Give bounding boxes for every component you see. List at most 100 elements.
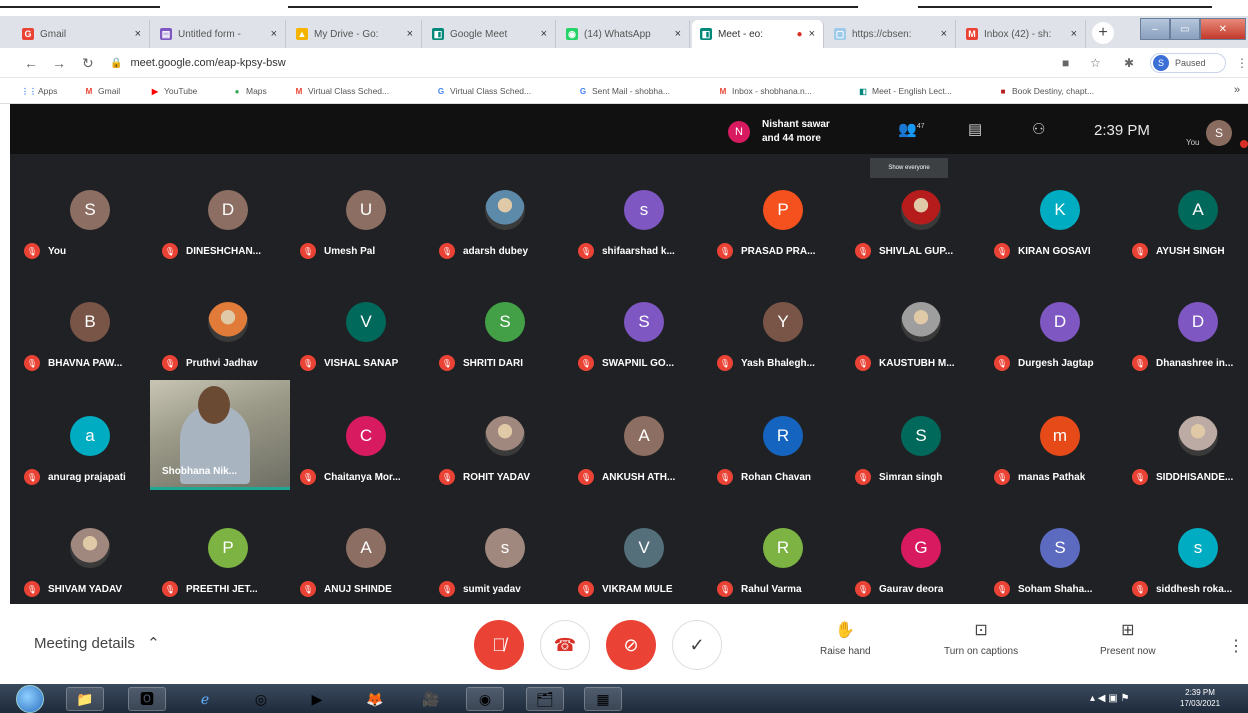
office-taskbar-icon[interactable]: 🅾 (128, 687, 166, 711)
maximize-icon[interactable]: ▭ (1169, 18, 1200, 40)
mic-muted-icon: 🎙 (439, 469, 455, 485)
tab-close-icon[interactable]: × (541, 28, 547, 40)
participant-tile[interactable]: B 🎙 BHAVNA PAW... (20, 302, 158, 412)
word-taskbar-icon[interactable]: ▦ (584, 687, 622, 711)
back-icon[interactable]: ← (24, 55, 38, 71)
checkmark-button[interactable]: ✓ (672, 620, 722, 670)
captions-button[interactable]: ⊡ Turn on captions (944, 620, 1018, 657)
participant-avatar: P (208, 528, 248, 568)
forward-icon[interactable]: → (52, 55, 66, 71)
browser-tab[interactable]: ▲ My Drive - Go: × (288, 20, 422, 48)
participant-tile[interactable]: C 🎙 Chaitanya Mor... (296, 416, 434, 526)
bookmark-item[interactable]: ■ Book Destiny, chapt... (998, 86, 1094, 96)
participant-tile[interactable]: V 🎙 VISHAL SANAP (296, 302, 434, 412)
close-window-icon[interactable]: ✕ (1199, 18, 1246, 40)
activities-icon[interactable]: ⚇ (1032, 120, 1045, 138)
url-field[interactable]: 🔒 meet.google.com/eap-kpsy-bsw (110, 52, 1040, 74)
participant-tile[interactable]: 🎙 SHIVLAL GUP... (851, 190, 989, 300)
participant-tile[interactable]: D 🎙 DINESHCHAN... (158, 190, 296, 300)
profile-button[interactable]: S Paused (1150, 53, 1226, 73)
media-taskbar-icon[interactable]: ▶ (298, 687, 336, 711)
new-tab-button[interactable]: + (1092, 22, 1114, 44)
bookmark-item[interactable]: ● Maps (232, 86, 267, 96)
camera-off-button[interactable]: ⊘ (606, 620, 656, 670)
participant-avatar: P (763, 190, 803, 230)
explorer-taskbar-icon[interactable]: 📁 (66, 687, 104, 711)
leave-call-button[interactable]: ☎ (540, 620, 590, 670)
start-button[interactable] (16, 685, 44, 713)
bookmark-item[interactable]: G Sent Mail - shobha... (578, 86, 670, 96)
firefox-taskbar-icon[interactable]: 🦊 (356, 687, 394, 711)
participant-tile[interactable]: 🎙 SIDDHISANDE... (1128, 416, 1248, 526)
bookmark-item[interactable]: M Virtual Class Sched... (294, 86, 389, 96)
camera-icon[interactable]: ■ (1062, 56, 1069, 70)
participant-name: ANUJ SHINDE (324, 583, 392, 595)
participant-tile[interactable]: S 🎙 SWAPNIL GO... (574, 302, 712, 412)
tab-close-icon[interactable]: × (809, 28, 815, 40)
browser-tab[interactable]: ▤ Untitled form - × (152, 20, 286, 48)
system-tray-icons[interactable]: ▴ ◀ ▣ ⚑ (1090, 693, 1129, 704)
reload-icon[interactable]: ↻ (82, 55, 94, 72)
browser-tab[interactable]: ▢ https://cbsen: × (826, 20, 956, 48)
participant-tile[interactable]: S 🎙 SHRITI DARI (435, 302, 573, 412)
bookmark-item[interactable]: M Inbox - shobhana.n... (718, 86, 812, 96)
participant-tile[interactable]: a 🎙 anurag prajapati (20, 416, 158, 526)
bookmark-item[interactable]: ▶ YouTube (150, 86, 197, 96)
tab-close-icon[interactable]: × (1071, 28, 1077, 40)
people-icon[interactable]: 👥47 (898, 120, 924, 138)
participant-tile[interactable]: D 🎙 Durgesh Jagtap (990, 302, 1128, 412)
tab-close-icon[interactable]: × (407, 28, 413, 40)
more-options-icon[interactable]: ⋮ (1228, 636, 1244, 656)
participant-tile[interactable]: m 🎙 manas Pathak (990, 416, 1128, 526)
participant-tile[interactable]: 🎙 ROHIT YADAV (435, 416, 573, 526)
bookmark-item[interactable]: G Virtual Class Sched... (436, 86, 531, 96)
browser-tab[interactable]: ◉ (14) WhatsApp × (558, 20, 690, 48)
participant-tile[interactable]: S 🎙 You (20, 190, 158, 300)
participant-video-tile[interactable]: Shobhana Nik... (150, 380, 290, 490)
browser-tab[interactable]: ◧ Meet - eo: ● × (692, 20, 824, 48)
system-clock[interactable]: 2:39 PM 17/03/2021 (1180, 687, 1220, 709)
participant-tile[interactable]: s 🎙 shifaarshad k... (574, 190, 712, 300)
browser-tab[interactable]: M Inbox (42) - sh: × (958, 20, 1086, 48)
ie-taskbar-icon[interactable]: ℯ (186, 687, 224, 711)
participant-tile[interactable]: A 🎙 ANKUSH ATH... (574, 416, 712, 526)
mic-off-button[interactable]: 🎙̸ (474, 620, 524, 670)
participant-tile[interactable]: 🎙 KAUSTUBH M... (851, 302, 989, 412)
raise-hand-button[interactable]: ✋ Raise hand (820, 620, 871, 657)
tab-close-icon[interactable]: × (675, 28, 681, 40)
chat-icon[interactable]: ▤ (968, 120, 982, 138)
participant-tile[interactable]: P 🎙 PRASAD PRA... (713, 190, 851, 300)
join-notification[interactable]: N Nishant sawar and 44 more (728, 114, 868, 150)
more-bookmarks-icon[interactable]: » (1234, 84, 1240, 96)
folder-taskbar-icon[interactable]: 🗂 (526, 687, 564, 711)
participant-tile[interactable]: Y 🎙 Yash Bhalegh... (713, 302, 851, 412)
minimize-icon[interactable]: – (1140, 18, 1170, 40)
tab-close-icon[interactable]: × (271, 28, 277, 40)
bookmark-item[interactable]: ◧ Meet - English Lect... (858, 86, 952, 96)
browser-tab[interactable]: G Gmail × (14, 20, 150, 48)
bookmark-item[interactable]: ⋮⋮ Apps (21, 86, 57, 96)
participant-tile[interactable]: D 🎙 Dhanashree in... (1128, 302, 1248, 412)
participant-tile[interactable]: K 🎙 KIRAN GOSAVI (990, 190, 1128, 300)
self-avatar[interactable]: S (1206, 120, 1232, 146)
present-button[interactable]: ⊞ Present now (1100, 620, 1156, 657)
tab-close-icon[interactable]: × (135, 28, 141, 40)
app-taskbar-icon[interactable]: ◎ (242, 687, 280, 711)
participant-tile[interactable]: S 🎙 Simran singh (851, 416, 989, 526)
extensions-icon[interactable]: ✱ (1124, 56, 1134, 70)
browser-tab[interactable]: ◧ Google Meet × (424, 20, 556, 48)
participant-tile[interactable]: A 🎙 AYUSH SINGH (1128, 190, 1248, 300)
star-icon[interactable]: ☆ (1090, 56, 1101, 70)
tab-favicon-icon: ▲ (296, 28, 308, 40)
menu-icon[interactable]: ⋮ (1236, 56, 1248, 70)
participant-name: siddhesh roka... (1156, 583, 1233, 595)
zoom-taskbar-icon[interactable]: 🎥 (412, 687, 450, 711)
participant-tile[interactable]: R 🎙 Rohan Chavan (713, 416, 851, 526)
participant-avatar: s (485, 528, 525, 568)
participant-tile[interactable]: U 🎙 Umesh Pal (296, 190, 434, 300)
participant-tile[interactable]: 🎙 adarsh dubey (435, 190, 573, 300)
tab-close-icon[interactable]: × (941, 28, 947, 40)
meeting-details-button[interactable]: Meeting details ⌃ (34, 634, 160, 652)
bookmark-item[interactable]: M Gmail (84, 86, 121, 96)
chrome-taskbar-icon[interactable]: ◉ (466, 687, 504, 711)
